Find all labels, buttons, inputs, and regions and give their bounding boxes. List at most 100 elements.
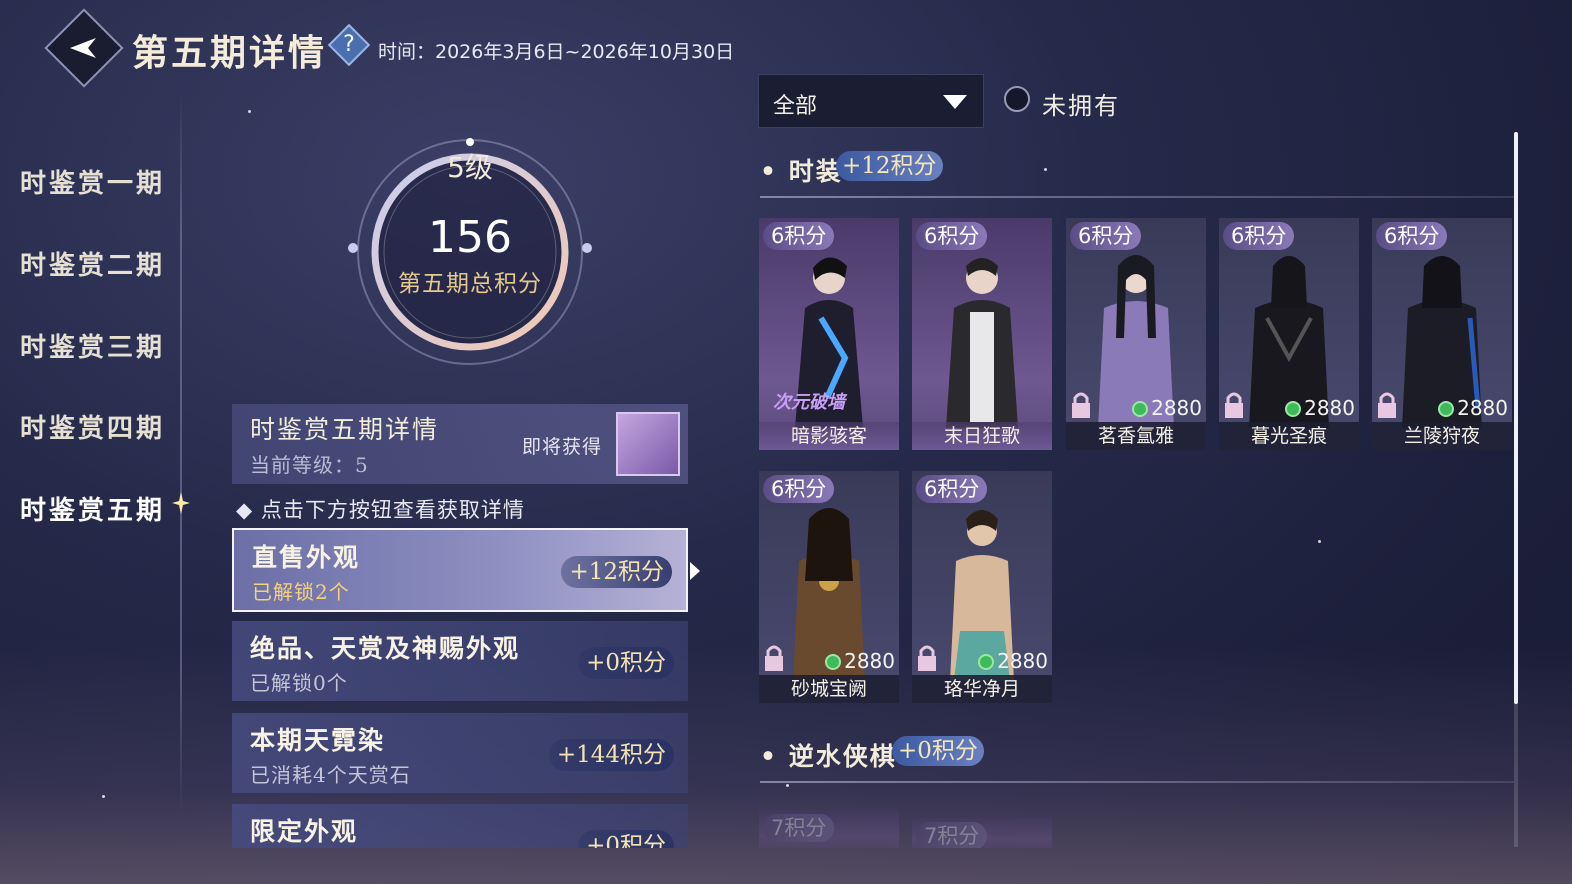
outfit-points: 6积分 <box>1223 222 1295 250</box>
help-icon[interactable]: ? <box>327 23 371 67</box>
outfit-points: 6积分 <box>916 222 988 250</box>
outfit-price-value: 2880 <box>1151 396 1202 420</box>
star-decoration <box>1318 540 1321 543</box>
total-score-label: 第五期总积分 <box>398 271 542 297</box>
back-arrow-icon <box>70 38 96 58</box>
nav-item-period-1[interactable]: 时鉴赏一期 <box>20 163 165 200</box>
outfit-name: 茗香氲雅 <box>1066 422 1206 450</box>
nav-item-period-2[interactable]: 时鉴赏二期 <box>20 245 165 282</box>
lock-icon <box>1225 392 1243 418</box>
category-name: 本期天霓染 <box>250 726 386 755</box>
category-name: 绝品、天赏及神赐外观 <box>250 634 521 663</box>
section-title-chess: • 逆水侠棋 <box>760 742 897 771</box>
outfit-card[interactable]: 6积分 2880 兰陵狩夜 <box>1372 218 1512 450</box>
outfit-figure <box>946 258 1018 428</box>
section-points-badge: +12积分 <box>836 151 943 181</box>
not-owned-radio[interactable] <box>1004 86 1030 112</box>
category-sub: 已消耗4个天赏石 <box>250 763 411 787</box>
category-points: +12积分 <box>561 556 672 588</box>
hint-text: ◆ 点击下方按钮查看获取详情 <box>236 498 525 522</box>
outfit-name: 兰陵狩夜 <box>1372 422 1512 450</box>
jade-currency-icon <box>825 654 842 670</box>
filter-dropdown-value: 全部 <box>773 94 818 119</box>
level-label: 5级 <box>447 151 493 184</box>
lock-icon <box>918 645 936 671</box>
outfit-points: 6积分 <box>1376 222 1448 250</box>
jade-currency-icon <box>1132 401 1149 417</box>
hint-label: 点击下方按钮查看获取详情 <box>260 498 525 522</box>
category-dye[interactable]: 本期天霓染 已消耗4个天赏石 +144积分 <box>232 713 688 793</box>
outfit-points: 6积分 <box>916 475 988 503</box>
outfit-price-value: 2880 <box>997 649 1048 673</box>
scrollbar-thumb[interactable] <box>1514 132 1518 704</box>
outfit-points: 6积分 <box>763 222 835 250</box>
jade-currency-icon <box>1438 401 1455 417</box>
outfit-card[interactable]: 6积分 2880 茗香氲雅 <box>1066 218 1206 450</box>
back-button[interactable] <box>44 8 124 88</box>
category-points: +0积分 <box>578 647 674 679</box>
outfit-price-value: 2880 <box>844 649 895 673</box>
outfit-price: 2880 <box>1132 396 1202 420</box>
selected-arrow-icon <box>690 562 700 580</box>
star-decoration <box>102 795 105 798</box>
section-title-text: 时装 <box>788 157 843 186</box>
section-divider <box>760 196 1514 198</box>
not-owned-label[interactable]: 未拥有 <box>1042 86 1120 121</box>
outfit-card[interactable]: 6积分 末日狂歌 <box>912 218 1052 450</box>
period-detail-panel[interactable]: 时鉴赏五期详情 当前等级：5 即将获得 <box>232 404 688 484</box>
star-decoration <box>786 784 789 787</box>
chess-item-card[interactable]: 7积分 <box>912 818 1052 848</box>
section-divider <box>760 781 1514 783</box>
outfit-price: 2880 <box>1438 396 1508 420</box>
help-icon-glyph: ? <box>343 32 355 57</box>
category-name: 限定外观 <box>250 817 359 846</box>
outfit-card[interactable]: 6积分 2880 珞华净月 <box>912 471 1052 703</box>
jade-currency-icon <box>1285 401 1302 417</box>
star-decoration <box>1044 168 1047 171</box>
current-level: 当前等级：5 <box>250 453 369 477</box>
outfit-name: 暗影骇客 <box>759 422 899 450</box>
outfit-points: 6积分 <box>1070 222 1142 250</box>
jade-currency-icon <box>978 654 995 670</box>
section-title-fashion: • 时装 <box>760 157 843 186</box>
total-score: 156 <box>428 212 512 263</box>
category-limited[interactable]: 限定外观 +0积分 <box>232 804 688 848</box>
outfit-name: 暮光圣痕 <box>1219 422 1359 450</box>
category-points: +0积分 <box>578 830 674 848</box>
lock-icon <box>1072 392 1090 418</box>
lock-icon <box>765 645 783 671</box>
category-direct-sale[interactable]: 直售外观 已解锁2个 +12积分 <box>232 528 688 612</box>
section-points-badge: +0积分 <box>892 736 984 766</box>
outfit-name: 珞华净月 <box>912 675 1052 703</box>
chess-item-card[interactable]: 7积分 <box>759 810 899 848</box>
page-title: 第五期详情 <box>132 32 328 74</box>
filter-dropdown[interactable]: 全部 <box>758 74 984 128</box>
nav-item-period-3[interactable]: 时鉴赏三期 <box>20 327 165 364</box>
outfit-card[interactable]: 6积分 次元破墙 暗影骇客 <box>759 218 899 450</box>
section-title-text: 逆水侠棋 <box>788 742 897 771</box>
outfit-points: 6积分 <box>763 475 835 503</box>
nav-item-period-5[interactable]: 时鉴赏五期 <box>20 490 165 527</box>
lock-icon <box>1378 392 1396 418</box>
outfit-price: 2880 <box>978 649 1048 673</box>
outfit-price: 2880 <box>825 649 895 673</box>
chess-item-points: 7积分 <box>763 814 835 842</box>
upcoming-reward-item[interactable] <box>616 412 680 476</box>
chevron-down-icon <box>943 95 967 109</box>
outfit-price: 2880 <box>1285 396 1355 420</box>
chess-item-points: 7积分 <box>916 822 988 848</box>
outfit-price-value: 2880 <box>1304 396 1355 420</box>
category-points: +144积分 <box>548 739 674 771</box>
upcoming-reward-label: 即将获得 <box>522 436 603 458</box>
outfit-card[interactable]: 6积分 2880 砂城宝阙 <box>759 471 899 703</box>
outfit-name: 砂城宝阙 <box>759 675 899 703</box>
category-premium[interactable]: 绝品、天赏及神赐外观 已解锁0个 +0积分 <box>232 621 688 701</box>
period-detail-title: 时鉴赏五期详情 <box>250 415 440 444</box>
category-name: 直售外观 <box>252 543 361 572</box>
nav-item-period-4[interactable]: 时鉴赏四期 <box>20 408 165 445</box>
category-sub: 已解锁2个 <box>252 580 350 604</box>
outfit-price-value: 2880 <box>1457 396 1508 420</box>
outfit-card[interactable]: 6积分 2880 暮光圣痕 <box>1219 218 1359 450</box>
score-ring: 5级 156 第五期总积分 <box>340 130 600 390</box>
active-star-icon <box>172 492 190 514</box>
